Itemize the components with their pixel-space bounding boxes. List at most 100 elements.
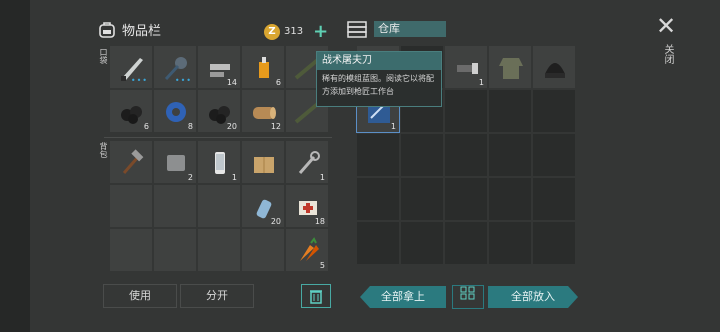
empty-slot[interactable] (401, 134, 443, 176)
coin-icon: Z (264, 23, 280, 40)
item-slot[interactable]: ••• (110, 46, 152, 88)
tape-icon (166, 102, 186, 122)
sort-button[interactable] (452, 285, 484, 309)
sort-icon (460, 286, 475, 300)
item-count: 14 (226, 78, 237, 87)
empty-slot[interactable] (401, 178, 443, 220)
glue-icon (259, 57, 269, 78)
item-slot[interactable]: 20 (242, 185, 284, 227)
item-count: 20 (270, 217, 281, 226)
item-slot[interactable]: 18 (286, 185, 328, 227)
warehouse-header: 仓库 (346, 20, 446, 38)
item-count: 1 (231, 173, 237, 182)
box-icon (254, 157, 274, 173)
tooltip-title: 战术屠夫刀 (317, 52, 441, 70)
item-count: 2 (187, 173, 193, 182)
pocket-label: 口袋 (99, 48, 108, 64)
close-label: 关闭 (662, 44, 673, 64)
item-count: 1 (478, 78, 484, 87)
empty-slot[interactable] (489, 90, 531, 132)
item-slot[interactable] (242, 141, 284, 183)
empty-slot[interactable] (445, 90, 487, 132)
backpack-label: 背包 (99, 142, 108, 158)
stack-icon (347, 21, 367, 38)
backpack-grid: 2 1 1 20 18 5 (110, 141, 328, 271)
split-button[interactable]: 分开 (180, 284, 254, 308)
empty-slot[interactable] (489, 222, 531, 264)
empty-slot[interactable] (533, 178, 575, 220)
empty-slot[interactable] (357, 222, 399, 264)
item-slot[interactable]: 1 (286, 141, 328, 183)
empty-slot[interactable] (533, 134, 575, 176)
empty-slot[interactable] (242, 229, 284, 271)
empty-slot[interactable] (401, 222, 443, 264)
add-coins-button[interactable]: + (313, 21, 328, 42)
empty-slot[interactable] (445, 222, 487, 264)
item-slot[interactable]: 12 (242, 90, 284, 132)
trash-icon (310, 290, 322, 304)
item-slot[interactable]: 2 (154, 141, 196, 183)
empty-slot[interactable] (110, 185, 152, 227)
item-slot[interactable]: 6 (242, 46, 284, 88)
inventory-title: 物品栏 (122, 23, 162, 39)
empty-slot[interactable] (533, 90, 575, 132)
item-slot[interactable] (533, 46, 575, 88)
empty-slot[interactable] (154, 229, 196, 271)
empty-slot[interactable] (357, 178, 399, 220)
item-count: 1 (390, 122, 396, 131)
item-count: 6 (275, 78, 281, 87)
hammer-icon (122, 149, 144, 174)
quality-dots: ••• (130, 76, 148, 85)
item-slot[interactable] (489, 46, 531, 88)
put-all-button[interactable]: 全部放入 (488, 286, 578, 308)
jacket-icon (499, 58, 523, 79)
item-count: 12 (270, 122, 281, 131)
coal-icon (121, 106, 142, 124)
empty-slot[interactable] (198, 229, 240, 271)
wrench-icon (298, 151, 320, 174)
empty-slot[interactable] (445, 178, 487, 220)
item-slot[interactable]: 1 (445, 46, 487, 88)
empty-slot[interactable] (489, 134, 531, 176)
item-slot[interactable]: ••• (154, 46, 196, 88)
tooltip-description: 稀有的模组蓝图。阅读它以将配方添加到枪匠工作台 (322, 74, 434, 96)
item-slot[interactable]: 5 (286, 229, 328, 271)
trash-button[interactable] (301, 284, 331, 308)
item-count: 6 (143, 122, 149, 131)
empty-slot[interactable] (533, 222, 575, 264)
item-slot[interactable]: 6 (110, 90, 152, 132)
item-slot[interactable] (110, 141, 152, 183)
empty-slot[interactable] (198, 185, 240, 227)
item-count: 18 (314, 217, 325, 226)
coin-amount: 313 (284, 26, 304, 37)
backpack-icon (99, 22, 115, 38)
empty-slot[interactable] (357, 134, 399, 176)
inventory-header: 物品栏 (98, 14, 161, 44)
item-slot[interactable]: 1 (198, 141, 240, 183)
carrot-icon (300, 237, 319, 261)
use-button[interactable]: 使用 (103, 284, 177, 308)
beanie-icon (545, 63, 565, 78)
take-all-button[interactable]: 全部拿上 (360, 286, 446, 308)
warehouse-title: 仓库 (374, 21, 446, 37)
item-slot[interactable]: 20 (198, 90, 240, 132)
left-margin (0, 0, 30, 332)
item-count: 20 (226, 122, 237, 131)
coin-counter: Z 313 + (264, 21, 328, 42)
close-button[interactable]: ✕ (656, 12, 676, 40)
empty-slot[interactable] (110, 229, 152, 271)
quality-dots: ••• (174, 76, 192, 85)
item-slot[interactable]: 14 (198, 46, 240, 88)
empty-slot[interactable] (489, 178, 531, 220)
item-count: 1 (319, 173, 325, 182)
item-count: 5 (319, 261, 325, 270)
section-divider (104, 137, 332, 138)
empty-slot[interactable] (154, 185, 196, 227)
phone-icon (215, 152, 225, 174)
flashlight-icon (457, 63, 478, 74)
item-tooltip: 战术屠夫刀 稀有的模组蓝图。阅读它以将配方添加到枪匠工作台 (316, 51, 442, 107)
empty-slot[interactable] (445, 134, 487, 176)
item-slot[interactable]: 8 (154, 90, 196, 132)
pocket-grid: ••• ••• 14 6 6 8 20 12 (110, 46, 328, 132)
metal-plate-icon (167, 155, 185, 171)
